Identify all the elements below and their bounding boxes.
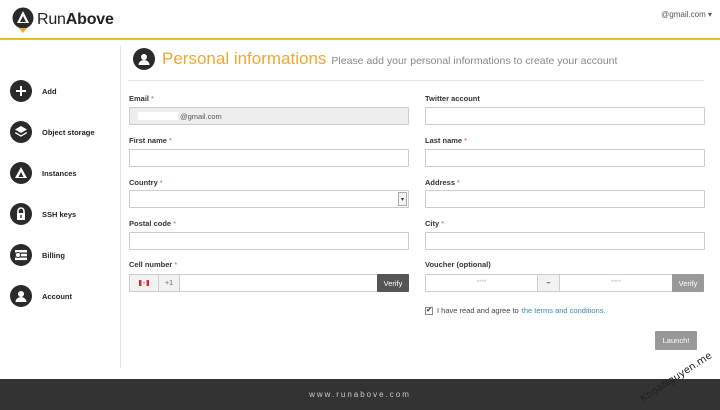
voucher-label: Voucher (optional)	[425, 260, 491, 269]
sidebar-item-label: Instances	[42, 168, 77, 178]
required-mark: *	[151, 94, 154, 103]
country-flag-selector[interactable]	[129, 274, 159, 292]
account-menu[interactable]: @gmail.com ▾	[661, 10, 712, 19]
city-field[interactable]	[425, 232, 705, 250]
sidebar-divider	[120, 46, 121, 368]
voucher-part2-field[interactable]: ****	[559, 274, 673, 292]
country-label: Country *	[129, 178, 163, 187]
email-label-text: Email	[129, 94, 150, 103]
cell-number-label: Cell number *	[129, 260, 177, 269]
sidebar-item-object-storage[interactable]: Object storage	[10, 121, 95, 143]
account-email: @gmail.com	[661, 10, 706, 19]
verify-voucher-button[interactable]: Verify	[672, 274, 704, 292]
twitter-label-text: Twitter account	[425, 94, 480, 103]
twitter-label: Twitter account	[425, 94, 480, 103]
redacted-block	[138, 112, 178, 120]
plus-icon	[10, 80, 32, 102]
voucher-separator: –	[537, 274, 560, 292]
required-mark: *	[174, 260, 178, 269]
address-label-text: Address	[425, 178, 456, 187]
required-mark: *	[441, 219, 445, 228]
sidebar-item-instances[interactable]: Instances	[10, 162, 77, 184]
address-label: Address *	[425, 178, 460, 187]
logo-text: RunAbove	[37, 11, 114, 29]
postal-code-field[interactable]	[129, 232, 409, 250]
chevron-down-icon: ▾	[707, 10, 712, 19]
city-label-text: City	[425, 219, 440, 228]
country-select[interactable]: ▾	[129, 190, 409, 208]
logo-text-bold: Above	[65, 11, 114, 28]
voucher-part1-field[interactable]: ****	[425, 274, 538, 292]
instance-logo-icon	[10, 162, 32, 184]
sidebar-item-label: Account	[42, 291, 72, 301]
chevron-down-icon: ▾	[398, 192, 407, 206]
sidebar-item-label: Billing	[42, 250, 65, 260]
terms-text: I have read and agree to	[437, 306, 519, 315]
email-field: @gmail.com	[129, 107, 409, 125]
terms-link[interactable]: the terms and conditions.	[522, 306, 606, 315]
first-name-field[interactable]	[129, 149, 409, 167]
postal-code-label-text: Postal code	[129, 219, 172, 228]
required-mark: *	[173, 219, 177, 228]
sidebar-item-account[interactable]: Account	[10, 285, 72, 307]
page-subtitle: Please add your personal informations to…	[331, 54, 618, 67]
header-divider	[128, 80, 704, 81]
voucher-label-text: Voucher (optional)	[425, 260, 491, 269]
page-title: Personal informations	[162, 49, 327, 68]
required-mark: *	[457, 178, 460, 187]
first-name-label-text: First name	[129, 136, 167, 145]
sidebar-item-billing[interactable]: Billing	[10, 244, 65, 266]
twitter-field[interactable]	[425, 107, 705, 125]
sidebar-item-label: Object storage	[42, 127, 95, 137]
top-bar: RunAbove @gmail.com ▾	[0, 0, 720, 40]
voucher-part2-placeholder: ****	[610, 279, 622, 286]
cell-number-field[interactable]	[179, 274, 378, 292]
address-field[interactable]	[425, 190, 705, 208]
cell-number-label-text: Cell number	[129, 260, 173, 269]
email-label: Email *	[129, 94, 154, 103]
required-mark: *	[464, 136, 468, 145]
verify-phone-button[interactable]: Verify	[377, 274, 409, 292]
page-header: Personal informations Please add your pe…	[133, 45, 617, 73]
voucher-part1-placeholder: ****	[476, 279, 487, 286]
required-mark: *	[168, 136, 172, 145]
footer: www.runabove.com	[0, 379, 720, 410]
runabove-logo-icon	[12, 7, 34, 33]
terms-row: ✔ I have read and agree to the terms and…	[425, 306, 606, 315]
sidebar-item-label: Add	[42, 86, 57, 96]
first-name-label: First name *	[129, 136, 172, 145]
user-icon	[10, 285, 32, 307]
country-code: +1	[158, 274, 180, 292]
sidebar-item-ssh-keys[interactable]: SSH keys	[10, 203, 76, 225]
email-value: @gmail.com	[180, 112, 222, 121]
last-name-field[interactable]	[425, 149, 705, 167]
billing-icon	[10, 244, 32, 266]
required-mark: *	[159, 178, 163, 187]
lock-icon	[10, 203, 32, 225]
postal-code-label: Postal code *	[129, 219, 176, 228]
sidebar-item-label: SSH keys	[42, 209, 77, 219]
country-label-text: Country	[129, 178, 158, 187]
user-icon	[133, 48, 155, 70]
canada-flag-icon	[139, 280, 149, 286]
footer-text: www.runabove.com	[309, 390, 411, 399]
runabove-logo[interactable]: RunAbove	[12, 7, 114, 33]
logo-text-light: Run	[37, 11, 66, 28]
sidebar-item-add[interactable]: Add	[10, 80, 57, 102]
layers-icon	[10, 121, 32, 143]
last-name-label-text: Last name	[425, 136, 463, 145]
city-label: City *	[425, 219, 444, 228]
launch-button[interactable]: Launch!	[655, 331, 697, 350]
last-name-label: Last name *	[425, 136, 467, 145]
terms-checkbox[interactable]: ✔	[425, 306, 433, 315]
